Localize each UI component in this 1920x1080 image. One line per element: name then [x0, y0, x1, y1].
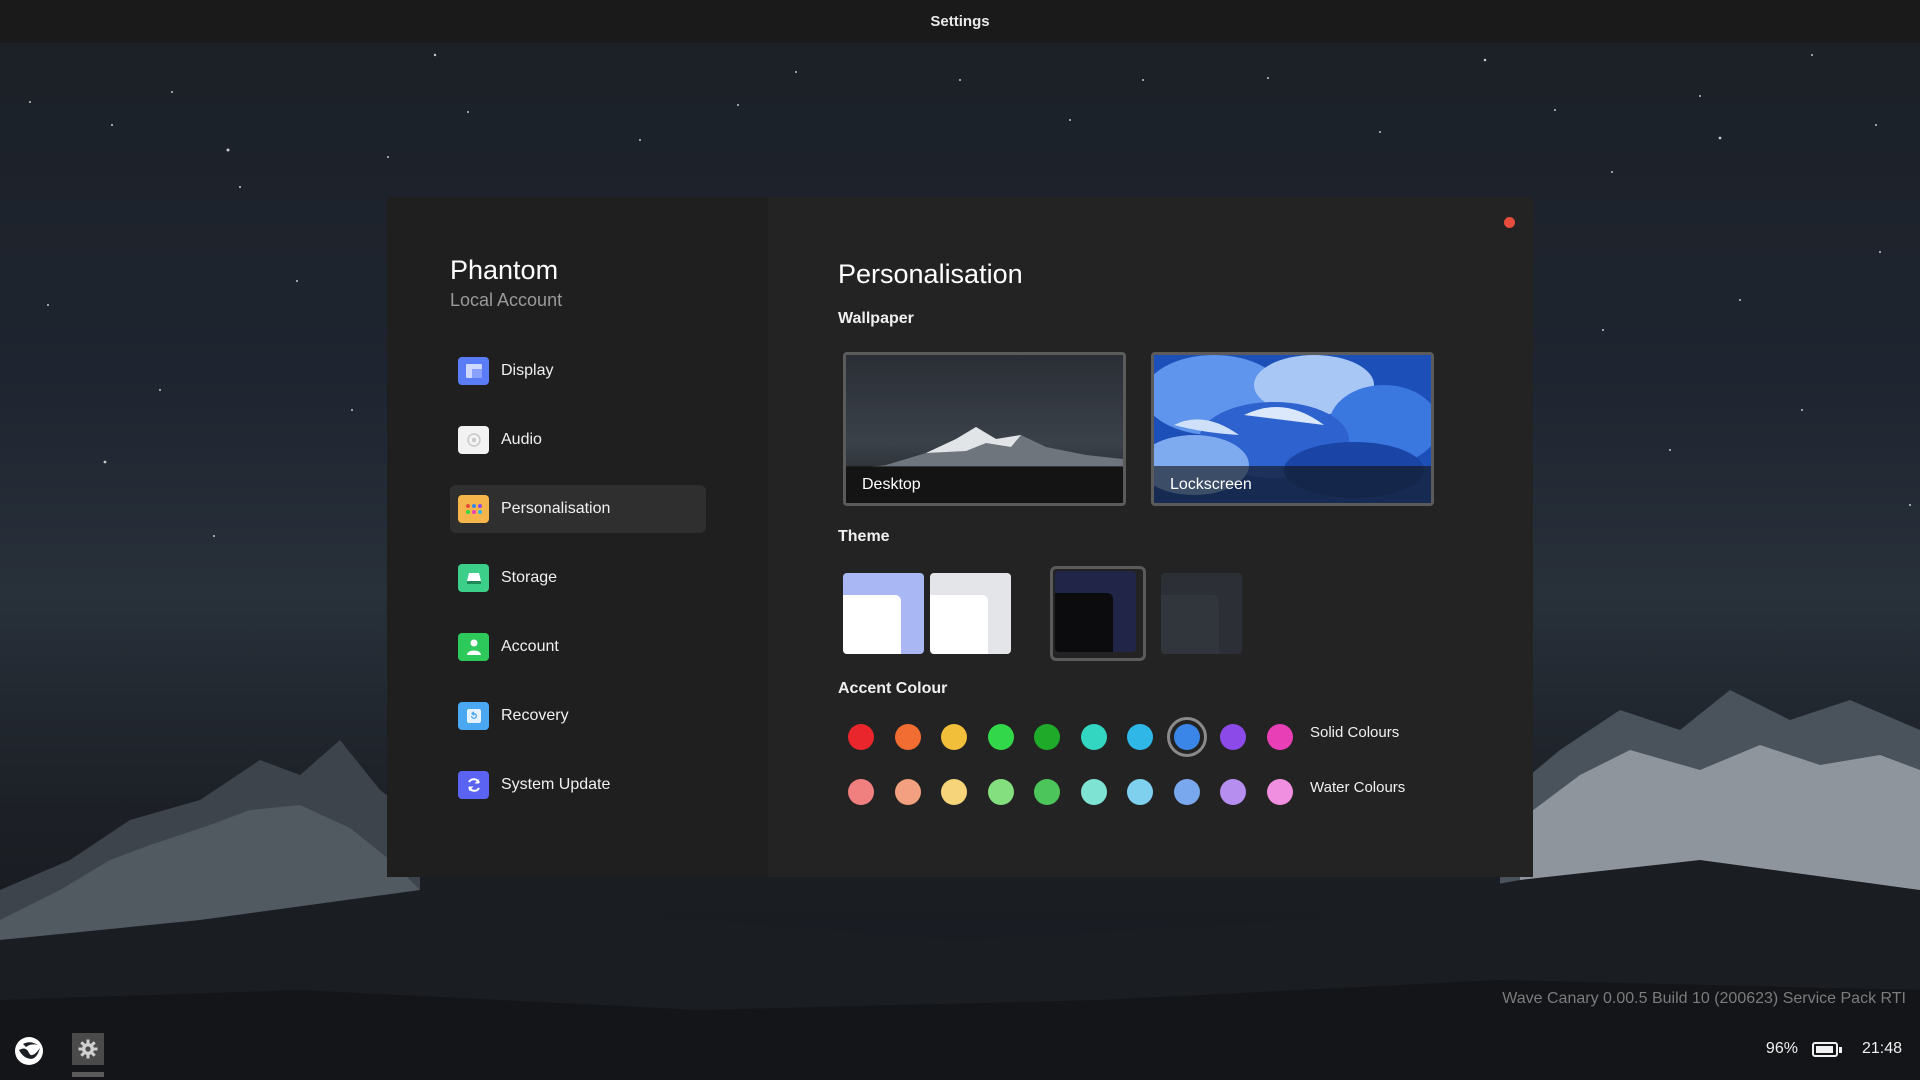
clock[interactable]: 21:48: [1862, 1040, 1902, 1058]
solid-colour-swatch[interactable]: [1127, 724, 1153, 750]
audio-icon: [458, 426, 489, 454]
water-colour-swatch[interactable]: [1127, 779, 1153, 805]
water-colour-swatch[interactable]: [1034, 779, 1060, 805]
sidebar-item-label: Audio: [501, 431, 542, 448]
sidebar-item-label: Storage: [501, 569, 558, 586]
content-panel: Personalisation Wallpaper Desktop Locksc…: [768, 197, 1533, 877]
water-colours-label: Water Colours: [1310, 779, 1406, 796]
user-account-type: Local Account: [450, 290, 563, 310]
sidebar-item-display[interactable]: Display: [450, 347, 706, 395]
sidebar-item-personalisation[interactable]: Personalisation: [450, 485, 706, 533]
wallpaper-caption: Lockscreen: [1154, 466, 1431, 503]
wallpaper-desktop[interactable]: Desktop: [843, 352, 1126, 506]
theme-heading: Theme: [838, 528, 890, 545]
sidebar-item-system-update[interactable]: System Update: [450, 761, 706, 809]
sidebar-item-label: Recovery: [501, 707, 569, 724]
storage-icon: [458, 564, 489, 592]
solid-colour-swatch[interactable]: [1173, 724, 1200, 750]
sidebar-item-account[interactable]: Account: [450, 623, 706, 671]
sidebar-item-label: Personalisation: [501, 500, 611, 517]
sidebar-item-label: System Update: [501, 776, 611, 793]
water-colour-swatch[interactable]: [987, 779, 1014, 805]
update-icon: [458, 771, 489, 799]
theme-dark-blue[interactable]: [1055, 571, 1136, 652]
wallpaper-heading: Wallpaper: [838, 310, 914, 327]
battery-percentage: 96%: [1765, 1040, 1798, 1057]
sidebar-item-label: Account: [501, 638, 559, 655]
sidebar-item-storage[interactable]: Storage: [450, 554, 706, 602]
page-title: Personalisation: [838, 259, 1023, 289]
water-colour-swatch[interactable]: [941, 779, 967, 805]
sidebar-item-recovery[interactable]: Recovery: [450, 692, 706, 740]
theme-dark[interactable]: [1161, 573, 1242, 654]
solid-colour-swatch[interactable]: [1034, 724, 1060, 750]
settings-window: Phantom Local Account Display Audio Pers…: [387, 197, 1533, 877]
palette-icon: [458, 495, 489, 523]
battery-icon[interactable]: [1811, 1041, 1842, 1057]
water-colour-swatch[interactable]: [894, 779, 921, 805]
sidebar-nav: Display Audio Personalisation Storage Ac…: [450, 347, 706, 830]
wallpaper-caption: Desktop: [846, 466, 1123, 503]
close-button[interactable]: [1504, 217, 1515, 228]
sidebar-item-label: Display: [501, 362, 554, 379]
sidebar-item-audio[interactable]: Audio: [450, 416, 706, 464]
theme-light-blue[interactable]: [843, 573, 924, 654]
solid-colour-swatch[interactable]: [941, 724, 967, 750]
water-colour-swatch[interactable]: [1080, 779, 1107, 805]
taskbar-settings-app[interactable]: [72, 1033, 104, 1077]
accent-colour-heading: Accent Colour: [838, 680, 948, 697]
solid-colour-swatch[interactable]: [894, 724, 921, 750]
version-text: Wave Canary 0.00.5 Build 10 (200623) Ser…: [1502, 990, 1906, 1007]
system-tray: 96% 21:48: [1766, 1040, 1902, 1058]
recovery-icon: [458, 702, 489, 730]
solid-colour-swatch[interactable]: [987, 724, 1014, 750]
water-colour-swatch[interactable]: [1220, 779, 1246, 805]
title-bar: Settings: [0, 0, 1920, 43]
wallpaper-lockscreen[interactable]: Lockscreen: [1151, 352, 1434, 506]
solid-colour-swatch[interactable]: [1220, 724, 1246, 750]
gear-icon: [78, 1039, 98, 1059]
window-title: Settings: [930, 13, 990, 30]
start-logo-icon[interactable]: [14, 1036, 44, 1066]
user-icon: [458, 633, 489, 661]
display-icon: [458, 357, 489, 385]
water-colour-swatch[interactable]: [1266, 779, 1293, 805]
theme-light[interactable]: [930, 573, 1011, 654]
user-name: Phantom: [450, 255, 559, 285]
solid-colours-label: Solid Colours: [1310, 724, 1400, 741]
water-colour-swatch[interactable]: [848, 779, 874, 805]
solid-colour-swatch[interactable]: [848, 724, 874, 750]
solid-colour-swatch[interactable]: [1080, 724, 1107, 750]
sidebar: Phantom Local Account Display Audio Pers…: [387, 197, 768, 877]
active-app-indicator: [72, 1072, 104, 1077]
solid-colour-swatch[interactable]: [1266, 724, 1293, 750]
water-colour-swatch[interactable]: [1173, 779, 1200, 805]
